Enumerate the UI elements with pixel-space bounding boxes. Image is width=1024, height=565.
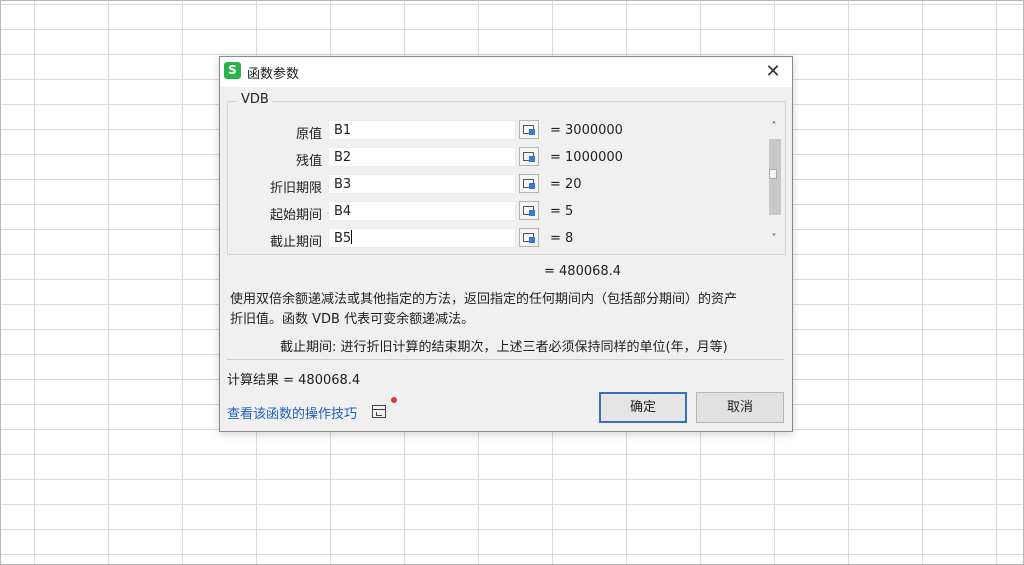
- range-select-icon[interactable]: [519, 147, 539, 166]
- description-line: 折旧值。函数 VDB 代表可变余额递减法。: [230, 312, 475, 327]
- param-input-cost[interactable]: B1: [328, 120, 516, 140]
- formula-result: = 480068.4: [544, 264, 622, 279]
- arguments-group: VDB 原值 B1 = 3000000 残值 B2 = 1000000 折旧期限…: [227, 92, 786, 255]
- range-select-icon[interactable]: [519, 120, 539, 139]
- param-label: 原值: [295, 127, 322, 142]
- ok-button[interactable]: 确定: [599, 392, 687, 423]
- function-arguments-dialog: S 函数参数 ✕ VDB 原值 B1 = 3000000 残值 B2 = 100…: [219, 56, 793, 432]
- param-value: = 3000000: [550, 123, 623, 138]
- function-description: 使用双倍余额递减法或其他指定的方法，返回指定的任何期间内（包括部分期间）的资产 …: [230, 290, 785, 330]
- param-row-salvage: 残值 B2 = 1000000: [228, 147, 773, 169]
- dialog-title: 函数参数: [247, 67, 300, 82]
- params-scrollbar[interactable]: ˄ ˅: [766, 121, 782, 251]
- scroll-up-icon[interactable]: ˄: [766, 121, 782, 135]
- param-input-life[interactable]: B3: [328, 174, 516, 194]
- app-icon: S: [224, 62, 241, 79]
- function-name: VDB: [238, 92, 272, 107]
- divider: [227, 359, 784, 360]
- param-row-end-period: 截止期间 B5 = 8: [228, 228, 773, 250]
- range-select-icon[interactable]: [519, 228, 539, 247]
- scroll-grip: [769, 169, 777, 179]
- dialog-titlebar[interactable]: S 函数参数 ✕: [220, 57, 792, 87]
- range-select-icon[interactable]: [519, 201, 539, 220]
- close-icon[interactable]: ✕: [762, 61, 784, 83]
- param-label: 残值: [295, 154, 322, 169]
- param-row-life: 折旧期限 B3 = 20: [228, 174, 773, 196]
- param-label: 起始期间: [269, 208, 322, 223]
- param-value: = 5: [550, 204, 574, 219]
- param-input-start-period[interactable]: B4: [328, 201, 516, 221]
- cancel-button[interactable]: 取消: [696, 392, 784, 423]
- param-row-cost: 原值 B1 = 3000000: [228, 120, 773, 142]
- description-line: 使用双倍余额递减法或其他指定的方法，返回指定的任何期间内（包括部分期间）的资产: [230, 292, 738, 307]
- param-value: = 1000000: [550, 150, 623, 165]
- help-window-icon[interactable]: [372, 405, 386, 418]
- param-label: 折旧期限: [269, 181, 322, 196]
- param-label: 截止期间: [269, 235, 322, 250]
- param-row-start-period: 起始期间 B4 = 5: [228, 201, 773, 223]
- calc-result: 计算结果 = 480068.4: [227, 373, 361, 388]
- scroll-down-icon[interactable]: ˅: [766, 233, 782, 247]
- notification-dot: [391, 397, 397, 403]
- param-value: = 20: [550, 177, 582, 192]
- param-input-salvage[interactable]: B2: [328, 147, 516, 167]
- param-description: 截止期间: 进行折旧计算的结束期次，上述三者必须保持同样的单位(年，月等): [280, 340, 728, 355]
- param-value: = 8: [550, 231, 574, 246]
- param-input-text: B5: [334, 231, 352, 246]
- range-select-icon[interactable]: [519, 174, 539, 193]
- param-input-end-period[interactable]: B5: [328, 228, 516, 248]
- text-cursor: [351, 230, 353, 244]
- help-link[interactable]: 查看该函数的操作技巧: [227, 403, 357, 422]
